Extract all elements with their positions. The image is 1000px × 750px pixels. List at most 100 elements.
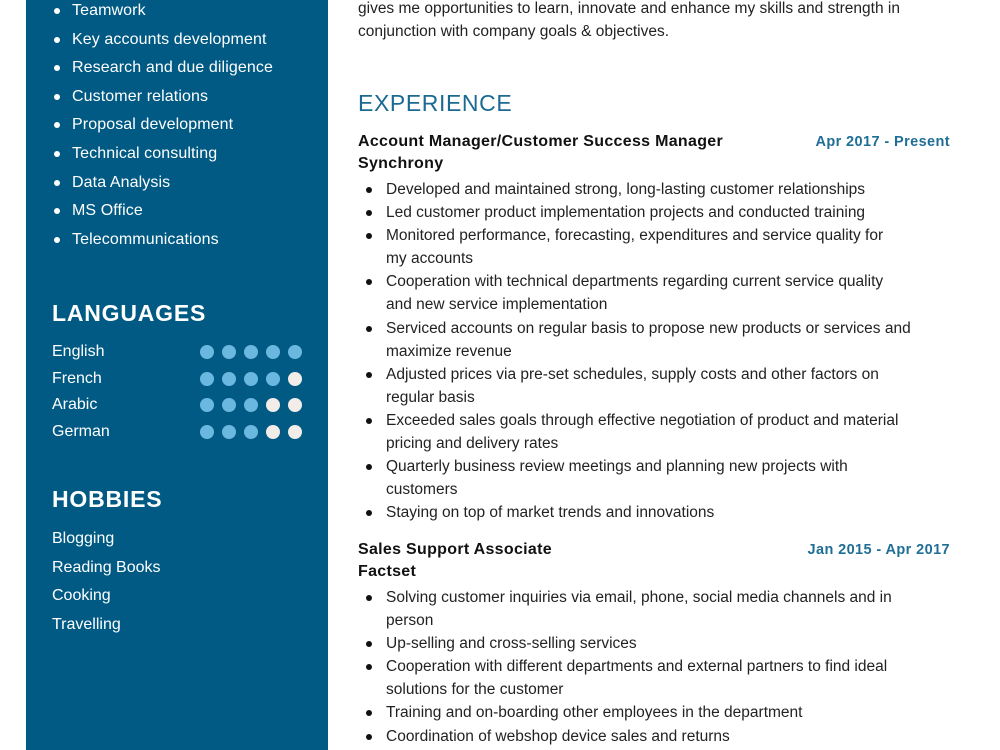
skill-label: Proposal development xyxy=(72,116,234,134)
language-item: English xyxy=(52,340,312,367)
job-entry: Sales Support Associate Jan 2015 - Apr 20… xyxy=(358,539,950,748)
rating-dot-filled-icon xyxy=(244,424,258,439)
rating-dot-empty-icon xyxy=(288,424,302,439)
bullet-icon xyxy=(54,179,60,186)
hobbies-list: Blogging Reading Books Cooking Travelling xyxy=(52,525,161,639)
skill-item: Technical consulting xyxy=(26,140,273,169)
experience-heading: EXPERIENCE xyxy=(358,90,513,116)
skill-label: Customer relations xyxy=(72,87,209,105)
language-name: German xyxy=(52,422,110,440)
bullet-icon xyxy=(54,208,60,215)
bullet-icon xyxy=(366,417,372,424)
hobby-item: Travelling xyxy=(52,615,121,633)
bullet-icon xyxy=(54,236,60,243)
rating-dot-filled-icon xyxy=(222,398,236,412)
bullet-item: Adjusted prices via pre-set schedules, s… xyxy=(358,363,950,409)
bullet-icon xyxy=(54,36,60,43)
skill-label: Research and due diligence xyxy=(72,59,273,77)
bullet-item: Cooperation with different departments a… xyxy=(358,655,950,701)
bullet-icon xyxy=(366,279,372,286)
bullet-item: Serviced accounts on regular basis to pr… xyxy=(358,317,950,363)
bullet-icon xyxy=(366,510,372,517)
skill-item: Research and due diligence xyxy=(26,54,273,83)
hobby-item: Cooking xyxy=(52,587,111,605)
rating-dot-filled-icon xyxy=(244,398,258,412)
bullet-icon xyxy=(54,122,60,129)
bullet-icon xyxy=(366,187,372,193)
skill-item: Customer relations xyxy=(26,83,273,112)
bullet-item: Solving customer inquiries via email, ph… xyxy=(358,586,950,632)
bullet-item: Led customer product implementation proj… xyxy=(358,201,950,224)
rating-dot-filled-icon xyxy=(200,424,214,439)
job-bullets: Solving customer inquiries via email, ph… xyxy=(358,586,950,748)
rating-dot-filled-icon xyxy=(244,345,258,359)
skill-label: MS Office xyxy=(72,202,143,220)
language-item: French xyxy=(52,367,312,394)
hobby-item: Reading Books xyxy=(52,558,161,576)
skill-label: Teamwork xyxy=(72,2,146,19)
rating-dot-filled-icon xyxy=(222,345,236,359)
skill-label: Key accounts development xyxy=(72,30,267,48)
bullet-text: Coordination of webshop device sales and… xyxy=(386,727,730,745)
bullet-icon xyxy=(54,8,60,14)
rating-dot-empty-icon xyxy=(288,398,302,412)
skill-item: Teamwork xyxy=(26,0,273,26)
skill-item: Telecommunications xyxy=(26,226,273,255)
language-rating xyxy=(200,424,302,439)
skill-label: Technical consulting xyxy=(72,144,218,162)
language-rating xyxy=(200,371,302,386)
bullet-item: Exceeded sales goals through effective n… xyxy=(358,409,950,455)
skill-label: Data Analysis xyxy=(72,173,171,191)
bullet-item: Quarterly business review meetings and p… xyxy=(358,455,950,501)
rating-dot-filled-icon xyxy=(266,345,280,359)
language-rating xyxy=(200,345,302,359)
bullet-item: Up-selling and cross-selling services xyxy=(358,632,950,655)
languages-list: English French Arabic German xyxy=(52,340,312,446)
job-entry: Account Manager/Customer Success Manager… xyxy=(358,131,950,524)
bullet-icon xyxy=(54,65,60,72)
bullet-icon xyxy=(366,464,372,471)
summary-line: conjunction with company goals & objecti… xyxy=(358,23,670,40)
rating-dot-filled-icon xyxy=(288,345,302,359)
job-company: Synchrony xyxy=(358,155,444,172)
bullet-icon xyxy=(54,93,60,100)
skills-list: Teamwork Key accounts development Research… xyxy=(26,0,273,254)
bullet-icon xyxy=(366,371,372,378)
skill-label: Telecommunications xyxy=(72,230,219,248)
rating-dot-empty-icon xyxy=(288,371,302,386)
bullet-item: Monitored performance, forecasting, expe… xyxy=(358,224,950,270)
rating-dot-empty-icon xyxy=(266,424,280,439)
sidebar: Teamwork Key accounts development Research… xyxy=(26,0,328,750)
rating-dot-filled-icon xyxy=(222,424,236,439)
bullet-icon xyxy=(54,150,60,157)
bullet-text: Training and on-boarding other employees… xyxy=(386,704,803,722)
bullet-icon xyxy=(366,233,372,240)
bullet-icon xyxy=(366,710,372,717)
bullet-item: Staying on top of market trends and inno… xyxy=(358,501,950,524)
job-dates: Apr 2017 - Present xyxy=(815,134,950,150)
language-item: Arabic xyxy=(52,393,312,420)
bullet-item: Training and on-boarding other employees… xyxy=(358,701,950,724)
skill-item: Proposal development xyxy=(26,111,273,140)
bullet-text: Up-selling and cross-selling services xyxy=(386,635,637,653)
hobbies-heading: HOBBIES xyxy=(52,486,163,512)
bullet-icon xyxy=(366,325,372,332)
language-rating xyxy=(200,398,302,412)
rating-dot-filled-icon xyxy=(222,371,236,386)
bullet-icon xyxy=(366,210,372,217)
language-name: English xyxy=(52,343,105,360)
rating-dot-filled-icon xyxy=(244,371,258,386)
rating-dot-empty-icon xyxy=(266,398,280,412)
summary-text: gives me opportunities to learn, innovat… xyxy=(358,0,958,43)
rating-dot-filled-icon xyxy=(266,371,280,386)
bullet-item: Developed and maintained strong, long-la… xyxy=(358,178,950,201)
bullet-icon xyxy=(366,595,372,601)
rating-dot-filled-icon xyxy=(200,398,214,412)
bullet-text: Staying on top of market trends and inno… xyxy=(386,504,715,522)
bullet-icon xyxy=(366,641,372,648)
languages-heading: LANGUAGES xyxy=(52,300,207,326)
job-company: Factset xyxy=(358,563,417,580)
bullet-icon xyxy=(366,733,372,740)
bullet-text: Developed and maintained strong, long-la… xyxy=(386,181,866,198)
summary-line: gives me opportunities to learn, innovat… xyxy=(358,0,900,17)
